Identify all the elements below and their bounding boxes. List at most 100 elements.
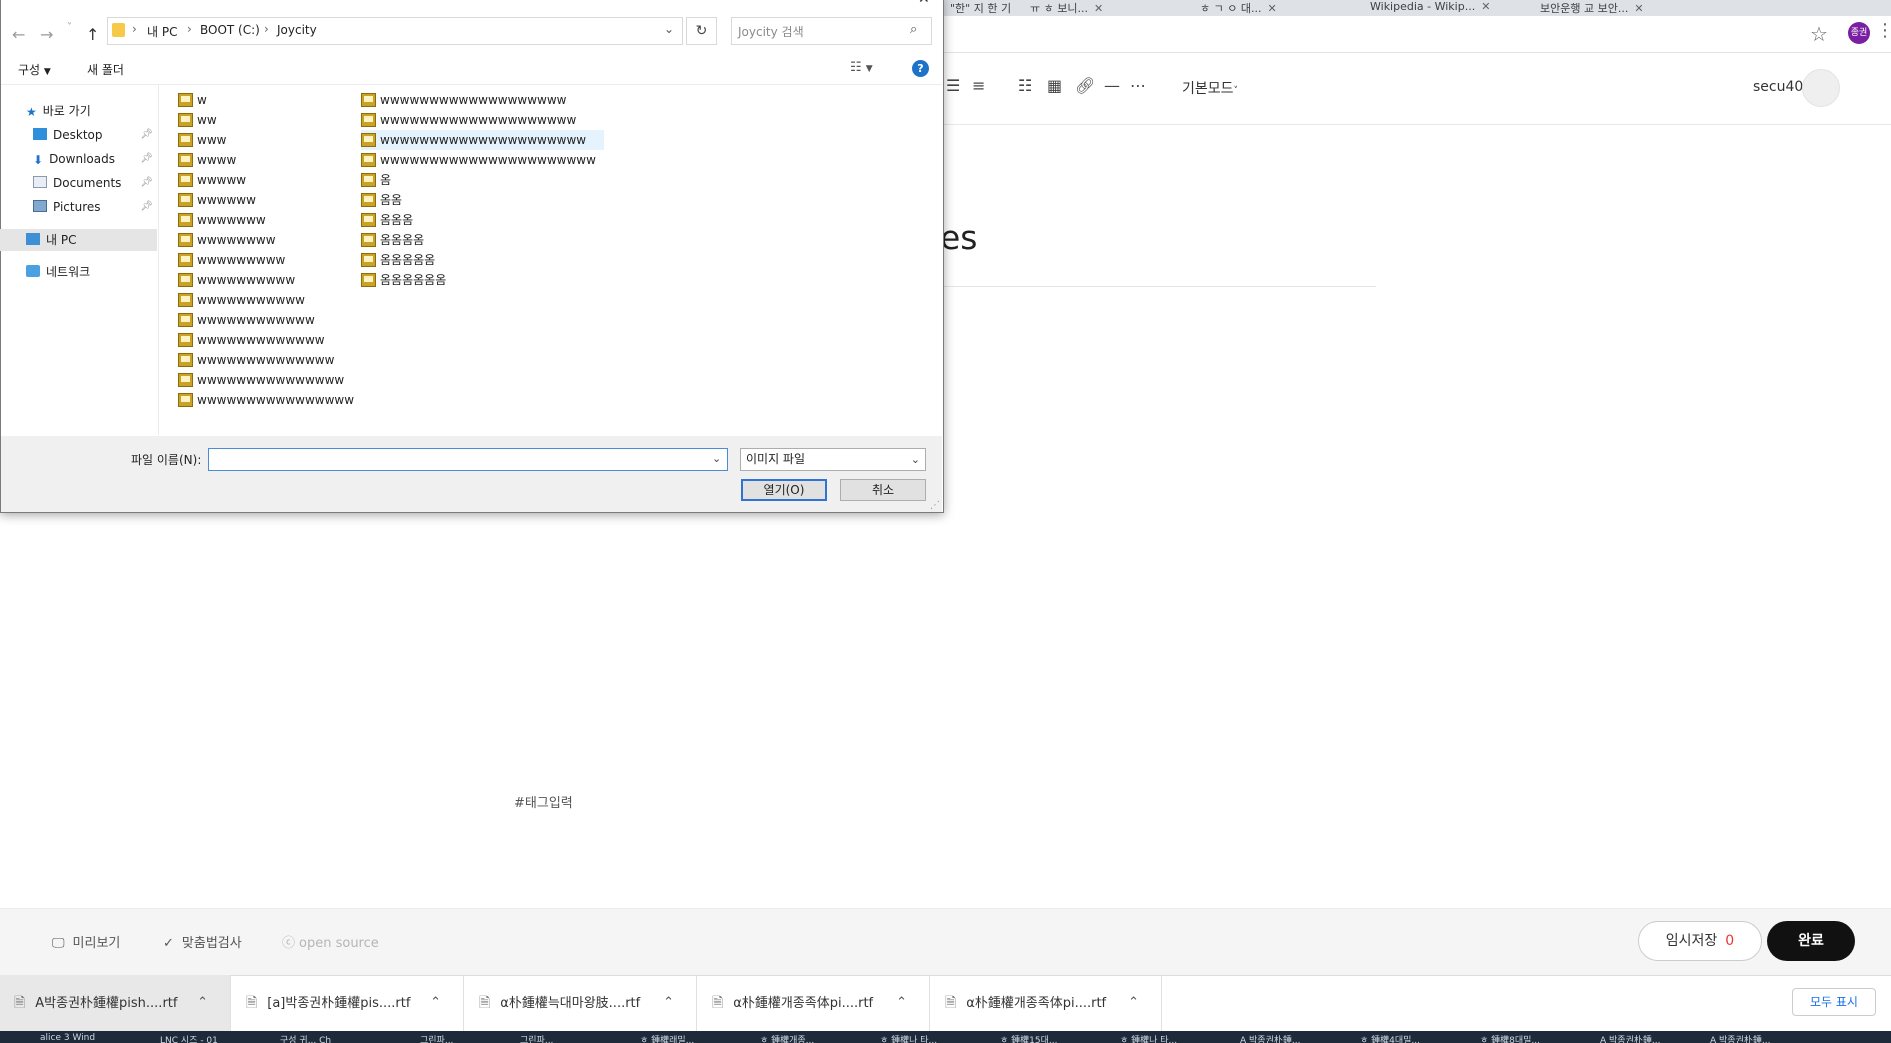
view-options-icon[interactable]: ☷ ▼ bbox=[850, 60, 873, 75]
nav-documents[interactable]: Documents 📌︎ bbox=[0, 172, 157, 194]
save-draft-button[interactable]: 임시저장 0 bbox=[1638, 921, 1762, 961]
file-item[interactable]: 옴옴옴옴옴 bbox=[361, 250, 604, 270]
basic-mode-dropdown[interactable]: 기본모드˅ bbox=[1182, 78, 1238, 98]
resize-grip-icon[interactable]: ⋰ bbox=[930, 500, 940, 511]
file-item[interactable]: wwwwwwwwww bbox=[178, 270, 362, 290]
user-avatar[interactable] bbox=[1802, 69, 1840, 107]
taskbar-item[interactable]: 구성 귀... Ch bbox=[280, 1033, 380, 1043]
taskbar-item[interactable]: ㅎ 鍾權나 타... bbox=[880, 1033, 990, 1043]
taskbar-item[interactable]: A 박종권朴鍾... bbox=[1710, 1033, 1810, 1043]
file-item[interactable]: wwwwwwwwwwwwwww bbox=[178, 370, 362, 390]
browser-tab[interactable]: "한" 지 한 기...✕ bbox=[950, 0, 1010, 14]
refresh-icon[interactable]: ↻ bbox=[686, 17, 717, 45]
chevron-up-icon[interactable]: ⌃ bbox=[1128, 975, 1139, 1031]
cancel-button[interactable]: 취소 bbox=[840, 479, 926, 501]
filename-input[interactable] bbox=[208, 448, 728, 471]
taskbar-item[interactable]: A 박종권朴鍾... bbox=[1600, 1033, 1700, 1043]
file-item[interactable]: wwwwwwwwwwww bbox=[178, 310, 362, 330]
organize-menu[interactable]: 구성 ▼ bbox=[18, 61, 51, 78]
file-item[interactable]: w bbox=[178, 90, 362, 110]
bookmark-star-icon[interactable]: ☆ bbox=[1810, 22, 1828, 46]
close-tab-icon[interactable]: ✕ bbox=[1267, 2, 1276, 14]
bullet-list-icon[interactable]: ☷ bbox=[1018, 76, 1032, 95]
chevron-down-icon[interactable]: ⌄ bbox=[664, 22, 674, 36]
done-button[interactable]: 완료 bbox=[1767, 921, 1855, 961]
preview-button[interactable]: 🖵︎ 미리보기 bbox=[52, 932, 120, 951]
open-button[interactable]: 열기(O) bbox=[741, 479, 827, 501]
chevron-up-icon[interactable]: ⌃ bbox=[430, 975, 441, 1031]
browser-menu-icon[interactable]: ⋮ bbox=[1876, 20, 1891, 41]
show-all-downloads-button[interactable]: 모두 표시 bbox=[1792, 988, 1876, 1016]
file-item[interactable]: 옴 bbox=[361, 170, 604, 190]
download-item[interactable]: 🗎︎ α朴鍾權개종족体pi....rtf ⌃ bbox=[698, 975, 930, 1031]
nav-downloads[interactable]: ⬇ Downloads 📌︎ bbox=[0, 148, 157, 170]
breadcrumb-item[interactable]: BOOT (C:) bbox=[200, 23, 260, 37]
file-item[interactable]: 옴옴옴옴옴옴 bbox=[361, 270, 604, 290]
indent-icon[interactable]: ☰ bbox=[946, 76, 960, 95]
nav-quick-access[interactable]: ★ 바로 가기 bbox=[0, 100, 157, 122]
nav-desktop[interactable]: Desktop 📌︎ bbox=[0, 124, 157, 146]
taskbar-item[interactable]: A 박종권朴鍾... bbox=[1240, 1033, 1350, 1043]
download-item[interactable]: 🗎︎ [a]박종권朴鍾權pis....rtf ⌃ bbox=[232, 975, 464, 1031]
help-icon[interactable]: ? bbox=[912, 60, 929, 77]
file-type-select[interactable]: 이미지 파일 ⌄ bbox=[740, 448, 926, 471]
browser-tab[interactable]: ㅎ ㄱ ㅇ 대... ✕ bbox=[1200, 0, 1340, 14]
close-icon[interactable]: ✕ bbox=[918, 0, 930, 7]
nav-network[interactable]: 네트워크 bbox=[0, 261, 157, 283]
file-item[interactable]: wwwwwwwww bbox=[178, 250, 362, 270]
recent-locations-icon[interactable]: ˅ bbox=[67, 22, 72, 33]
chevron-up-icon[interactable]: ⌃ bbox=[197, 975, 208, 1031]
download-item[interactable]: 🗎︎ α朴鍾權개종족体pi....rtf ⌃ bbox=[931, 975, 1162, 1031]
browser-tab[interactable]: Wikipedia - Wikip... ✕ bbox=[1370, 0, 1520, 14]
close-tab-icon[interactable]: ✕ bbox=[1094, 2, 1103, 14]
up-arrow-icon[interactable]: ↑ bbox=[86, 25, 99, 44]
new-folder-button[interactable]: 새 폴더 bbox=[87, 61, 124, 78]
profile-avatar[interactable]: 종권 bbox=[1848, 22, 1870, 44]
chevron-up-icon[interactable]: ⌃ bbox=[896, 975, 907, 1031]
close-tab-icon[interactable]: ✕ bbox=[1634, 2, 1643, 14]
download-item[interactable]: 🗎︎ A박종권朴鍾權pish....rtf ⌃ bbox=[0, 975, 231, 1031]
taskbar-item[interactable]: ㅎ 鍾權나 타... bbox=[1120, 1033, 1230, 1043]
tag-input[interactable]: #태그입력 bbox=[514, 792, 573, 811]
post-title[interactable]: es bbox=[940, 218, 978, 257]
nav-pictures[interactable]: Pictures 📌︎ bbox=[0, 196, 157, 218]
chevron-up-icon[interactable]: ⌃ bbox=[663, 975, 674, 1031]
taskbar-item[interactable]: 그린파... bbox=[520, 1033, 630, 1043]
align-justify-icon[interactable]: ≡ bbox=[972, 76, 985, 95]
table-icon[interactable]: ▦ bbox=[1047, 76, 1062, 95]
back-arrow-icon[interactable]: ← bbox=[12, 25, 25, 44]
open-source-button[interactable]: ⓒ open source bbox=[282, 932, 379, 951]
spellcheck-button[interactable]: ✓ 맞춤법검사 bbox=[163, 932, 242, 951]
file-item[interactable]: wwww bbox=[178, 150, 362, 170]
search-icon[interactable]: ⌕ bbox=[910, 22, 917, 37]
address-path-bar[interactable] bbox=[107, 17, 683, 45]
taskbar-item[interactable]: alice 3 Wind bbox=[40, 1033, 150, 1043]
file-item[interactable]: wwwwwwwwwww bbox=[178, 290, 362, 310]
chevron-down-icon[interactable]: ⌄ bbox=[712, 452, 721, 465]
taskbar-item[interactable]: ㅎ 鍾權4대밀... bbox=[1360, 1033, 1470, 1043]
taskbar-item[interactable]: ㅎ 鍾權8대밀... bbox=[1480, 1033, 1590, 1043]
taskbar-item[interactable]: 그린파... bbox=[420, 1033, 510, 1043]
forward-arrow-icon[interactable]: → bbox=[40, 25, 53, 44]
more-options-icon[interactable]: ⋯ bbox=[1130, 76, 1146, 95]
breadcrumb-item[interactable]: 내 PC bbox=[147, 23, 177, 40]
file-item[interactable]: wwwwwwww bbox=[178, 230, 362, 250]
file-item[interactable]: wwwwwwwwwwwwwwwwwwwwww bbox=[361, 150, 604, 170]
close-tab-icon[interactable]: ✕ bbox=[1481, 0, 1490, 13]
download-item[interactable]: 🗎︎ α朴鍾權늑대마왕肢....rtf ⌃ bbox=[465, 975, 697, 1031]
file-item[interactable]: 옴옴 bbox=[361, 190, 604, 210]
file-item[interactable]: www bbox=[178, 130, 362, 150]
file-item[interactable]: wwwww bbox=[178, 170, 362, 190]
file-item[interactable]: wwwwwwwwwwwwwwwwwwwww bbox=[361, 130, 604, 150]
file-item[interactable]: wwwwww bbox=[178, 190, 362, 210]
horizontal-line-icon[interactable]: — bbox=[1104, 76, 1120, 95]
file-item[interactable]: ww bbox=[178, 110, 362, 130]
link-icon[interactable]: 🔗︎ bbox=[1075, 76, 1095, 95]
file-item[interactable]: wwwwwww bbox=[178, 210, 362, 230]
file-item[interactable]: wwwwwwwwwwwwwwwwwww bbox=[361, 90, 604, 110]
file-item[interactable]: 옴옴옴 bbox=[361, 210, 604, 230]
file-item[interactable]: wwwwwwwwwwwww bbox=[178, 330, 362, 350]
file-item[interactable]: 옴옴옴옴 bbox=[361, 230, 604, 250]
browser-tab[interactable]: ㅠ ㅎ 보니... ✕ bbox=[1030, 0, 1180, 14]
nav-this-pc[interactable]: 내 PC bbox=[0, 229, 157, 251]
